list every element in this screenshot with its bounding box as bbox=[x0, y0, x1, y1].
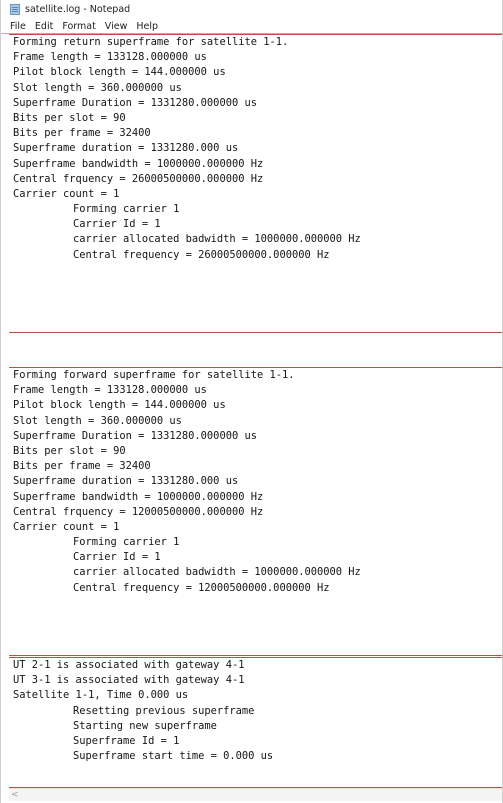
log-line: carrier allocated badwidth = 1000000.000… bbox=[73, 566, 361, 579]
log-section-return-superframe[interactable]: Forming return superframe for satellite … bbox=[9, 34, 502, 333]
log-line: Carrier count = 1 bbox=[13, 520, 120, 533]
log-line: Central frquency = 12000500000.000000 Hz bbox=[13, 505, 264, 518]
log-lines: UT 2-1 is associated with gateway 4-1 UT … bbox=[9, 658, 502, 764]
log-lines: Forming return superframe for satellite … bbox=[9, 35, 502, 263]
log-line: Bits per slot = 90 bbox=[13, 111, 126, 124]
log-line: Forming forward superframe for satellite… bbox=[13, 369, 295, 381]
scroll-left-arrow-icon[interactable]: < bbox=[11, 789, 19, 801]
log-line: Pilot block length = 144.000000 us bbox=[13, 399, 226, 412]
log-line: Forming return superframe for satellite … bbox=[13, 36, 289, 48]
menu-edit[interactable]: Edit bbox=[35, 21, 53, 33]
log-line: Pilot block length = 144.000000 us bbox=[13, 66, 226, 79]
log-line: UT 2-1 is associated with gateway 4-1 bbox=[13, 659, 245, 671]
log-lines: Forming forward superframe for satellite… bbox=[9, 368, 502, 596]
log-line: Bits per frame = 32400 bbox=[13, 460, 151, 473]
log-line: Bits per frame = 32400 bbox=[13, 127, 151, 140]
notepad-window: satellite.log - Notepad File Edit Format… bbox=[0, 0, 503, 803]
title-bar[interactable]: satellite.log - Notepad bbox=[1, 0, 502, 18]
log-line: Carrier Id = 1 bbox=[73, 218, 161, 231]
menu-format[interactable]: Format bbox=[62, 21, 95, 33]
log-line: Central frequency = 12000500000.000000 H… bbox=[73, 581, 330, 594]
log-line: Superframe Id = 1 bbox=[73, 734, 180, 747]
log-line: Superframe duration = 1331280.000 us bbox=[13, 142, 239, 155]
window-title: satellite.log - Notepad bbox=[25, 3, 131, 15]
log-line: Bits per slot = 90 bbox=[13, 444, 126, 457]
section-gap bbox=[9, 333, 502, 367]
log-line: Resetting previous superframe bbox=[73, 704, 255, 717]
menu-bar: File Edit Format View Help bbox=[1, 18, 502, 34]
log-line: Forming carrier 1 bbox=[73, 536, 180, 549]
log-line: Slot length = 360.000000 us bbox=[13, 414, 182, 427]
log-line: Superframe Duration = 1331280.000000 us bbox=[13, 96, 257, 109]
menu-help[interactable]: Help bbox=[136, 21, 158, 33]
log-line: Satellite 1-1, Time 0.000 us bbox=[13, 689, 189, 702]
log-line: UT 3-1 is associated with gateway 4-1 bbox=[13, 674, 245, 687]
menu-view[interactable]: View bbox=[105, 21, 128, 33]
menu-file[interactable]: File bbox=[10, 21, 26, 33]
log-section-associations[interactable]: UT 2-1 is associated with gateway 4-1 UT … bbox=[9, 657, 502, 788]
log-line: Central frequency = 26000500000.000000 H… bbox=[73, 248, 330, 261]
log-line: carrier allocated badwidth = 1000000.000… bbox=[73, 233, 361, 246]
log-line: Superframe bandwidth = 1000000.000000 Hz bbox=[13, 157, 264, 170]
log-line: Superframe Duration = 1331280.000000 us bbox=[13, 429, 257, 442]
horizontal-scrollbar[interactable]: < bbox=[9, 788, 502, 801]
log-line: Central frquency = 26000500000.000000 Hz bbox=[13, 172, 264, 185]
notepad-icon bbox=[10, 3, 20, 15]
log-line: Carrier count = 1 bbox=[13, 187, 120, 200]
log-line: Frame length = 133128.000000 us bbox=[13, 384, 207, 397]
log-section-forward-superframe[interactable]: Forming forward superframe for satellite… bbox=[9, 367, 502, 656]
log-line: Superframe duration = 1331280.000 us bbox=[13, 475, 239, 488]
log-line: Slot length = 360.000000 us bbox=[13, 81, 182, 94]
log-line: Frame length = 133128.000000 us bbox=[13, 51, 207, 64]
log-line: Forming carrier 1 bbox=[73, 203, 180, 216]
log-line: Superframe bandwidth = 1000000.000000 Hz bbox=[13, 490, 264, 503]
log-line: Starting new superframe bbox=[73, 719, 217, 732]
log-line: Superframe start time = 0.000 us bbox=[73, 750, 274, 763]
log-line: Carrier Id = 1 bbox=[73, 551, 161, 564]
